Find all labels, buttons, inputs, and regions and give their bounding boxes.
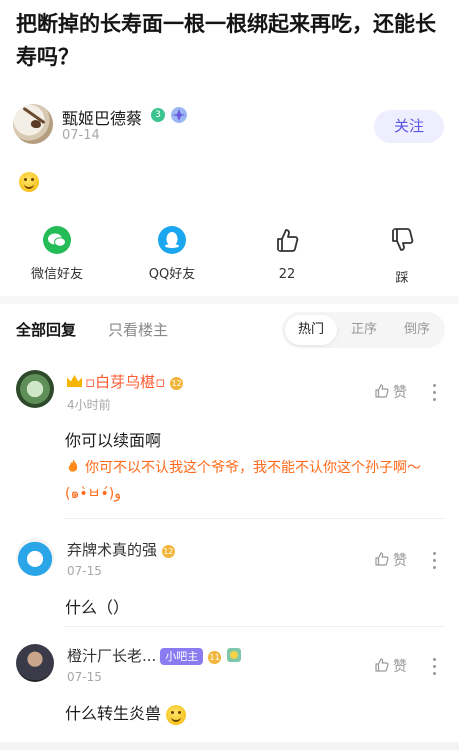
dislike-button[interactable]: 踩 — [362, 226, 442, 286]
comment-separator — [65, 518, 445, 519]
thumbs-down-icon — [392, 228, 414, 251]
moderator-tag: 小吧主 — [160, 648, 204, 665]
sort-ascending[interactable]: 正序 — [338, 315, 390, 345]
level-badge: 3 — [151, 108, 165, 122]
qq-icon — [158, 226, 186, 254]
section-divider — [0, 296, 459, 304]
sort-hot[interactable]: 热门 — [285, 315, 337, 345]
comment-text: 你可以续面啊 — [65, 431, 162, 450]
flame-icon — [68, 459, 78, 472]
crown-icon — [67, 375, 82, 387]
author-name[interactable]: 甄姬巴德蔡 — [62, 105, 142, 129]
more-options-icon[interactable] — [430, 552, 438, 570]
like-label: 赞 — [393, 553, 407, 569]
commenter-name: 弃牌术真的强 — [67, 541, 158, 559]
commenter-name-row[interactable]: 橙汁厂长老... 小吧主 11 — [67, 645, 242, 666]
commenter-name: ▫白芽乌椹▫ — [85, 373, 166, 391]
comment-text-row: 什么转生炎兽 — [65, 700, 187, 725]
commenter-name-row[interactable]: ▫白芽乌椹▫ 12 — [67, 371, 184, 392]
like-label: 赞 — [393, 385, 407, 401]
commenter-avatar[interactable] — [16, 370, 54, 408]
wechat-icon — [43, 226, 71, 254]
share-wechat-button[interactable]: 微信好友 — [17, 226, 97, 282]
author-avatar[interactable] — [13, 104, 53, 144]
share-qq-button[interactable]: QQ好友 — [132, 226, 212, 282]
like-label: 赞 — [393, 659, 407, 675]
follow-button[interactable]: 关注 — [374, 110, 444, 143]
comment-like-button[interactable]: 赞 — [374, 382, 407, 402]
wechat-label: 微信好友 — [30, 267, 83, 282]
dislike-label: 踩 — [395, 271, 409, 286]
like-button[interactable]: 22 — [247, 226, 327, 282]
more-options-icon[interactable] — [430, 658, 438, 676]
commenter-name-row[interactable]: 弃牌术真的强 12 — [67, 539, 175, 560]
like-count: 22 — [278, 267, 296, 282]
thumbs-up-icon — [277, 229, 299, 252]
post-title: 把断掉的长寿面一根一根绑起来再吃，还能长寿吗？ — [16, 12, 436, 69]
thumbs-up-icon — [375, 552, 389, 566]
tab-all-replies[interactable]: 全部回复 — [16, 319, 76, 340]
level-badge: 11 — [208, 651, 222, 664]
sort-segmented-control: 热门 正序 倒序 — [282, 312, 445, 348]
commenter-avatar[interactable] — [16, 538, 54, 576]
shield-badge-icon — [226, 648, 241, 662]
comment-text: 什么（） — [65, 598, 130, 617]
comment-time: 07-15 — [67, 670, 102, 684]
reply-tabs: 全部回复 只看楼主 热门 正序 倒序 — [0, 312, 459, 352]
tail-signature: 你可不以不认我这个爷爷，我不能不认你这个孙子啊～(๑•̀ㅂ•́)و — [65, 455, 435, 507]
comment-like-button[interactable]: 赞 — [374, 550, 407, 570]
tab-host-only[interactable]: 只看楼主 — [108, 319, 168, 340]
bottom-divider — [0, 742, 459, 750]
thumbs-up-icon — [375, 658, 389, 672]
commenter-avatar[interactable] — [16, 644, 54, 682]
smile-emoji-icon — [19, 172, 39, 192]
sort-descending[interactable]: 倒序 — [391, 315, 443, 345]
comment-time: 07-15 — [67, 564, 102, 578]
comment-time: 4小时前 — [67, 398, 111, 412]
share-action-bar: 微信好友 QQ好友 22 踩 — [0, 226, 459, 286]
comment-text: 什么转生炎兽 — [65, 704, 162, 723]
post-date: 07-14 — [62, 128, 100, 143]
commenter-name: 橙汁厂长老... — [67, 647, 157, 665]
smile-emoji-icon — [166, 704, 187, 725]
level-badge: 12 — [161, 545, 175, 558]
qq-label: QQ好友 — [148, 267, 196, 282]
more-options-icon[interactable] — [430, 384, 438, 402]
thumbs-up-icon — [375, 384, 389, 398]
comment-like-button[interactable]: 赞 — [374, 656, 407, 676]
signature-text: 你可不以不认我这个爷爷，我不能不认你这个孙子啊～(๑•̀ㅂ•́)و — [65, 460, 421, 502]
comment-separator — [65, 626, 445, 627]
flower-badge-icon — [171, 107, 187, 123]
level-badge: 12 — [170, 377, 184, 390]
